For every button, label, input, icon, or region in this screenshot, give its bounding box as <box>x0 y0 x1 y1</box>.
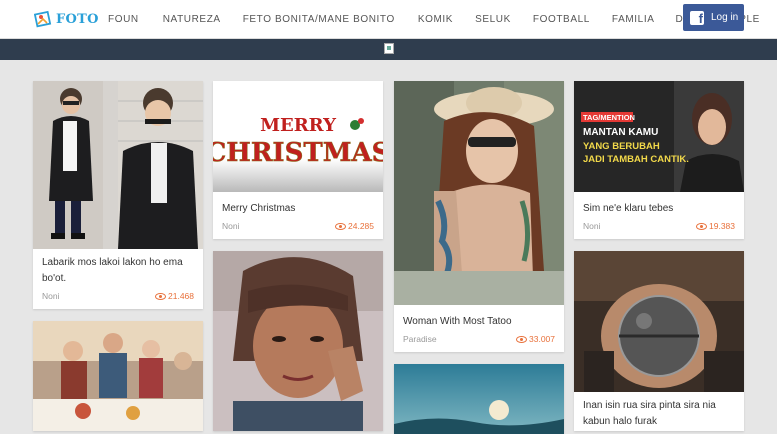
card-image[interactable] <box>394 364 564 434</box>
card-views: 33.007 <box>516 334 555 344</box>
views-count: 24.285 <box>348 221 374 231</box>
facebook-login-button[interactable]: f Log in <box>683 4 744 31</box>
post-card[interactable]: Labarik mos lakoi lakon ho ema bo'ot. No… <box>33 81 203 309</box>
facebook-icon: f <box>690 10 704 25</box>
eye-icon <box>155 292 166 300</box>
post-card[interactable] <box>213 251 383 431</box>
nav-item-familia[interactable]: FAMILIA <box>612 14 655 25</box>
selfie-woman-photo <box>213 251 383 431</box>
card-title[interactable]: Woman With Most Tatoo <box>403 314 555 330</box>
painted-belly-photo <box>574 251 744 392</box>
card-title[interactable]: Labarik mos lakoi lakon ho ema bo'ot. <box>42 255 194 287</box>
main-nav: FOUN NATUREZA FETO BONITA/MANE BONITO KO… <box>108 0 760 38</box>
logo-text: FOTO <box>56 11 99 27</box>
views-count: 21.468 <box>168 291 194 301</box>
card-title[interactable]: Inan isin rua sira pinta sira nia kabun … <box>583 398 735 430</box>
post-card[interactable]: TAG/MENTION MANTAN KAMU YANG BERUBAH JAD… <box>574 81 744 239</box>
image-text-jadi: JADI TAMBAH CANTIK. <box>583 154 689 165</box>
login-label: Log in <box>711 12 739 23</box>
post-card[interactable] <box>33 321 203 431</box>
card-title[interactable]: Merry Christmas <box>222 201 374 217</box>
logo-icon <box>34 10 52 28</box>
image-text-merry: MERRY <box>260 115 337 136</box>
post-card[interactable]: Inan isin rua sira pinta sira nia kabun … <box>574 251 744 431</box>
post-card[interactable]: Woman With Most Tatoo Paradise 33.007 <box>394 81 564 352</box>
post-card[interactable] <box>394 364 564 434</box>
card-title[interactable]: Sim ne'e klaru tebes <box>583 201 735 217</box>
card-image[interactable] <box>574 251 744 392</box>
card-author[interactable]: Noni <box>583 221 600 231</box>
image-text-tag: TAG/MENTION <box>583 113 635 122</box>
sky-photo <box>394 364 564 434</box>
card-author[interactable]: Noni <box>222 221 239 231</box>
tattooed-woman-photo <box>394 81 564 305</box>
card-image[interactable]: MERRY CHRISTMAS <box>213 81 383 192</box>
image-text-mantan: MANTAN KAMU <box>583 127 658 138</box>
merry-christmas-text: MERRY CHRISTMAS <box>213 81 383 192</box>
image-text-yang: YANG BERUBAH <box>583 141 660 152</box>
card-author[interactable]: Paradise <box>403 334 437 344</box>
card-image[interactable] <box>33 321 203 431</box>
nav-item-komik[interactable]: KOMIK <box>418 14 453 25</box>
card-image[interactable] <box>33 81 203 249</box>
eye-icon <box>696 222 707 230</box>
site-logo[interactable]: FOTO <box>34 8 99 30</box>
post-card[interactable]: MERRY CHRISTMAS Merry Christmas Noni 24.… <box>213 81 383 239</box>
boy-in-suit-photo <box>33 81 203 249</box>
card-views: 21.468 <box>155 291 194 301</box>
card-image[interactable] <box>213 251 383 431</box>
nav-item-natureza[interactable]: NATUREZA <box>163 14 221 25</box>
views-count: 19.383 <box>709 221 735 231</box>
family-dinner-photo <box>33 321 203 431</box>
nav-item-seluk[interactable]: SELUK <box>475 14 511 25</box>
card-image[interactable] <box>394 81 564 305</box>
card-image[interactable]: TAG/MENTION MANTAN KAMU YANG BERUBAH JAD… <box>574 81 744 192</box>
nav-item-football[interactable]: FOOTBALL <box>533 14 590 25</box>
card-author[interactable]: Noni <box>42 291 59 301</box>
meme-poster: TAG/MENTION MANTAN KAMU YANG BERUBAH JAD… <box>574 81 744 192</box>
image-text-christmas: CHRISTMAS <box>213 138 383 168</box>
eye-icon <box>335 222 346 230</box>
nav-item-feto-bonita[interactable]: FETO BONITA/MANE BONITO <box>243 14 395 25</box>
top-navbar: FOTO FOUN NATUREZA FETO BONITA/MANE BONI… <box>0 0 777 39</box>
eye-icon <box>516 335 527 343</box>
card-views: 19.383 <box>696 221 735 231</box>
ad-banner <box>0 39 777 60</box>
broken-image-icon <box>384 43 394 54</box>
views-count: 33.007 <box>529 334 555 344</box>
nav-item-foun[interactable]: FOUN <box>108 14 139 25</box>
card-views: 24.285 <box>335 221 374 231</box>
